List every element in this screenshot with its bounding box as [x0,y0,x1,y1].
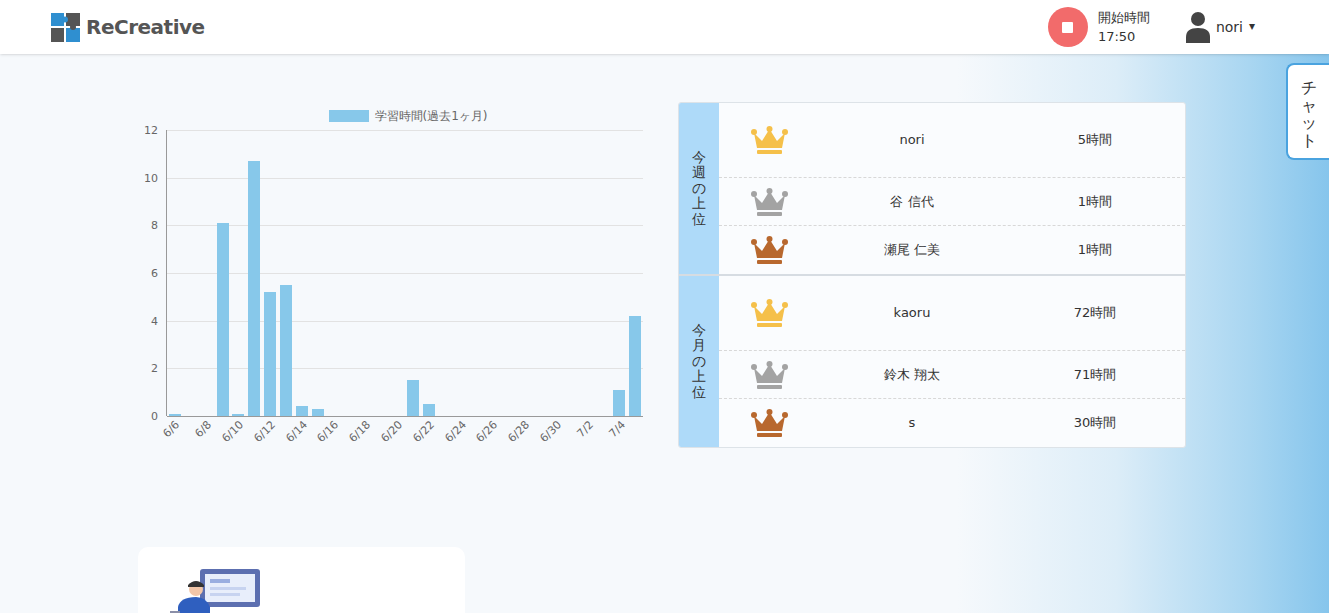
top-bar: ReCreative 開始時間 17:50 nori ▾ [0,0,1329,54]
y-axis: 024681012 [138,130,158,416]
grid-line [167,321,643,322]
bar[interactable] [232,414,244,416]
x-tick: 7/4 [607,419,627,439]
bar[interactable] [264,292,276,416]
stop-button[interactable] [1048,7,1088,47]
grid-line [167,273,643,274]
bar[interactable] [613,390,625,416]
bar[interactable] [248,161,260,416]
section-label: 今週の上位 [692,150,706,227]
crown-icon [751,235,788,265]
user-menu[interactable]: nori ▾ [1186,11,1255,43]
crown-icon [751,298,788,328]
x-tick: 6/24 [443,419,468,444]
ranking-row: 谷 信代1時間 [719,178,1185,226]
x-tick: 6/10 [220,419,245,444]
stop-icon [1062,22,1073,33]
ranking-row: nori5時間 [719,103,1185,178]
x-tick: 6/16 [316,419,341,444]
ranking-row: s30時間 [719,399,1185,447]
user-name: s [819,413,1005,433]
user-name: nori [819,130,1005,150]
study-hours: 1時間 [1005,192,1185,212]
legend-swatch [329,110,369,122]
caret-icon: ▾ [1249,17,1255,35]
ranking-section: 今週の上位nori5時間谷 信代1時間瀬尾 仁美1時間 [679,103,1185,274]
crown-icon [751,360,788,390]
legend-label: 学習時間(過去1ヶ月) [375,107,488,125]
study-hours: 72時間 [1005,303,1185,323]
crown-icon [751,408,788,438]
x-tick: 6/20 [379,419,404,444]
summary-card [138,547,465,613]
x-tick: 7/2 [575,419,595,439]
pie-chart-icon [326,610,436,613]
y-tick: 12 [144,125,158,136]
x-tick: 6/8 [193,419,213,439]
timer-label: 開始時間 [1098,8,1150,27]
y-tick: 4 [151,315,158,326]
grid-line [167,225,643,226]
y-tick: 6 [151,268,158,279]
user-name: 谷 信代 [819,192,1005,212]
x-tick: 6/22 [411,419,436,444]
study-hours: 5時間 [1005,130,1185,150]
user-icon [1186,11,1210,43]
bar[interactable] [280,285,292,416]
logo-text: ReCreative [86,12,205,42]
x-tick: 6/6 [161,419,181,439]
study-hours: 1時間 [1005,240,1185,260]
x-tick: 6/30 [538,419,563,444]
y-tick: 8 [151,220,158,231]
bar[interactable] [296,406,308,416]
puzzle-logo-icon [51,13,80,42]
bar[interactable] [423,404,435,416]
x-tick: 6/18 [347,419,372,444]
bar[interactable] [217,223,229,416]
grid-line [167,416,643,417]
ranking-section: 今月の上位kaoru72時間鈴木 翔太71時間s30時間 [679,274,1185,447]
user-name: 瀬尾 仁美 [819,240,1005,260]
user-name: nori [1216,17,1243,38]
x-tick: 6/26 [475,419,500,444]
user-name: 鈴木 翔太 [819,365,1005,385]
bar[interactable] [629,316,641,416]
y-tick: 2 [151,363,158,374]
bar[interactable] [407,380,419,416]
grid-line [167,368,643,369]
grid-line [167,178,643,179]
logo[interactable]: ReCreative [51,12,205,42]
ranking-row: 瀬尾 仁美1時間 [719,226,1185,274]
timer-time: 17:50 [1098,27,1150,46]
grid-line [167,130,643,131]
x-tick: 6/28 [506,419,531,444]
ranking-row: kaoru72時間 [719,276,1185,351]
crown-icon [751,187,788,217]
bar[interactable] [312,409,324,416]
plot-area [166,130,643,416]
person-at-computer-icon [170,567,266,613]
bar[interactable] [169,414,181,416]
x-tick: 6/12 [252,419,277,444]
crown-icon [751,125,788,155]
ranking-table: 今週の上位nori5時間谷 信代1時間瀬尾 仁美1時間今月の上位kaoru72時… [678,102,1186,448]
study-hours: 71時間 [1005,365,1185,385]
chart-legend[interactable]: 学習時間(過去1ヶ月) [138,102,650,130]
chat-label: チャット [1301,79,1317,150]
x-axis: 6/66/86/106/126/146/166/186/206/226/246/… [166,416,643,446]
user-name: kaoru [819,303,1005,323]
ranking-row: 鈴木 翔太71時間 [719,351,1185,399]
y-tick: 10 [144,172,158,183]
section-label: 今月の上位 [692,323,706,400]
chat-tab[interactable]: チャット [1286,63,1329,160]
y-tick: 0 [151,411,158,422]
x-tick: 6/14 [284,419,309,444]
study-time-chart: 学習時間(過去1ヶ月) 0 2 4 6 8 10 12 6/6 6/8 6/10 6/12 6/14 6/… [138,102,650,452]
study-hours: 30時間 [1005,413,1185,433]
